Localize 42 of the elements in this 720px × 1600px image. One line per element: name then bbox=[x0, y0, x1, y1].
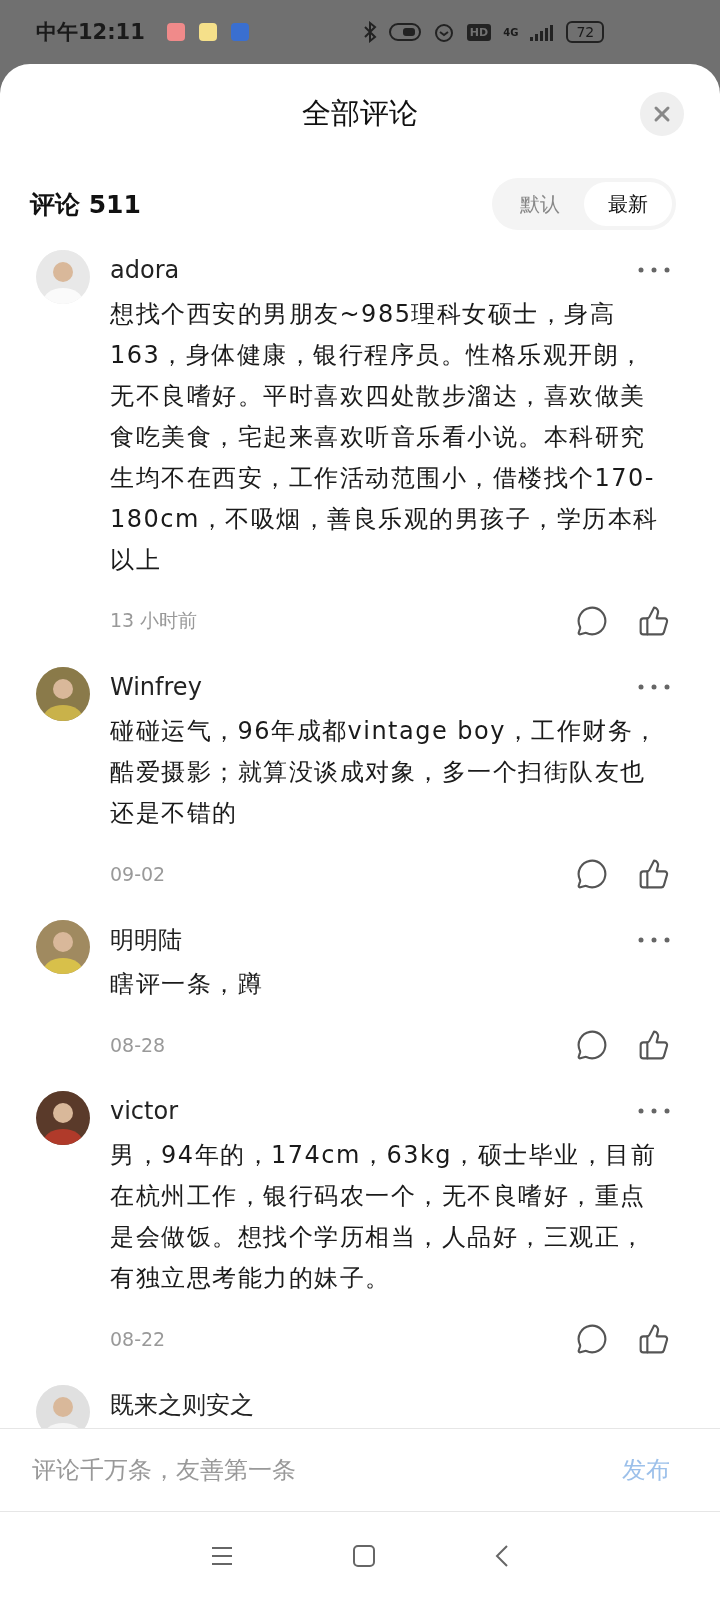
close-button[interactable] bbox=[640, 92, 684, 136]
sort-tab[interactable]: 最新 bbox=[584, 182, 672, 226]
more-icon[interactable] bbox=[638, 684, 670, 690]
like-icon[interactable] bbox=[638, 1029, 670, 1061]
reply-icon[interactable] bbox=[576, 1323, 608, 1355]
user-name[interactable]: 既来之则安之 bbox=[110, 1389, 254, 1421]
user-name[interactable]: Winfrey bbox=[110, 673, 202, 701]
user-name[interactable]: victor bbox=[110, 1097, 179, 1125]
comment-text: 男，94年的，174cm，63kg，硕士毕业，目前在杭州工作，银行码农一个，无不良嗜好，重点是会做饭。想找个学历相当，人品好，三观正，有独立思考能力的妹子。 bbox=[110, 1140, 658, 1294]
comment-time: 08-28 bbox=[110, 1034, 166, 1056]
bluetooth-icon bbox=[362, 21, 377, 43]
back-icon[interactable] bbox=[495, 1544, 509, 1568]
comment-time: 09-02 bbox=[110, 863, 166, 885]
status-time: 中午12:11 bbox=[36, 19, 145, 46]
comment-time: 08-22 bbox=[110, 1328, 166, 1350]
reply-icon[interactable] bbox=[576, 858, 608, 890]
app-notification-icon bbox=[198, 23, 217, 41]
sheet-title: 全部评论 bbox=[302, 95, 418, 132]
like-icon[interactable] bbox=[638, 605, 670, 637]
user-name[interactable]: 明明陆 bbox=[110, 924, 182, 956]
reply-icon[interactable] bbox=[576, 605, 608, 637]
comment-text: 瞎评一条，蹲 bbox=[110, 969, 264, 1000]
network-label: 4G bbox=[503, 26, 519, 38]
more-icon[interactable] bbox=[638, 267, 670, 273]
signal-icon bbox=[530, 23, 555, 41]
like-icon[interactable] bbox=[638, 858, 670, 890]
app-notification-icon bbox=[166, 23, 185, 41]
home-icon[interactable] bbox=[353, 1545, 375, 1567]
hd-badge: HD bbox=[466, 23, 492, 41]
comment-text: 碰碰运气，96年成都vintage boy，工作财务，酷爱摄影；就算没谈成对象，多一个扫街队友也还是不错的 bbox=[110, 716, 660, 829]
more-icon[interactable] bbox=[638, 937, 670, 943]
menu-icon[interactable] bbox=[211, 1546, 233, 1566]
comment-count: 评论 511 bbox=[30, 188, 141, 221]
more-icon[interactable] bbox=[638, 1108, 670, 1114]
user-name[interactable]: adora bbox=[110, 256, 180, 284]
toggle-icon bbox=[388, 23, 421, 41]
comment-text: 想找个西安的男朋友~985理科女硕士，身高163，身体健康，银行程序员。性格乐观开朗，无不良嗜好。平时喜欢四处散步溜达，喜欢做美食吃美食，宅起来喜欢听音乐看小说。本科研究生均不在西安，工作活动范围小，借楼找个170-180cm，不吸烟，善良乐观的男孩子，学历本科以上 bbox=[110, 299, 660, 576]
reply-icon[interactable] bbox=[576, 1029, 608, 1061]
app-notification-icon bbox=[230, 23, 249, 41]
comment-time: 13 小时前 bbox=[110, 608, 198, 633]
battery-indicator: 72 bbox=[566, 21, 605, 43]
like-icon[interactable] bbox=[638, 1323, 670, 1355]
